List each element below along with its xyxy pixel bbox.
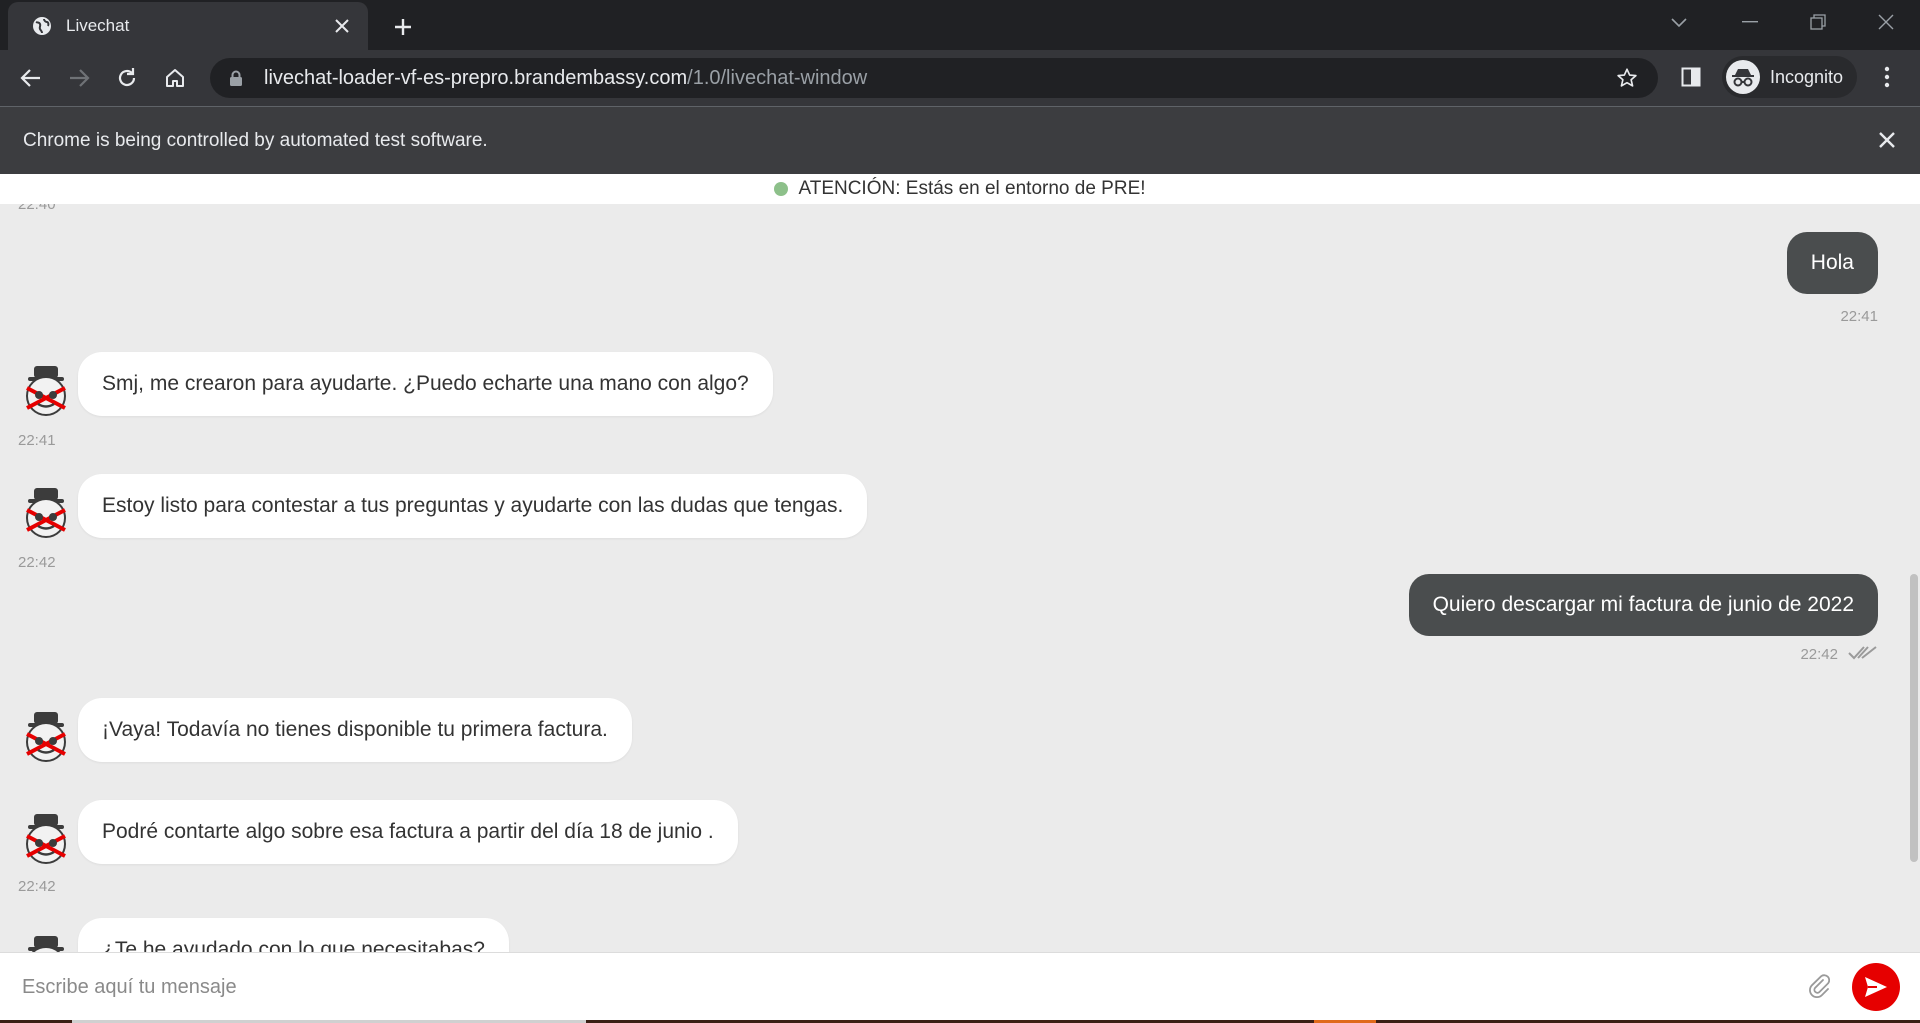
- close-tab-icon[interactable]: [330, 14, 354, 38]
- send-button[interactable]: [1852, 963, 1900, 1011]
- browser-menu-button[interactable]: [1872, 62, 1902, 92]
- bot-avatar-icon: [28, 936, 64, 952]
- bot-avatar-icon: [26, 488, 66, 538]
- back-button[interactable]: [14, 61, 48, 95]
- message-list-scrollbar[interactable]: [1910, 574, 1918, 862]
- globe-icon: [32, 16, 52, 36]
- close-icon: [1878, 14, 1894, 30]
- home-icon: [166, 69, 184, 87]
- more-vert-icon: [1884, 66, 1890, 88]
- message-timestamp: 22:41: [1840, 308, 1878, 325]
- home-button[interactable]: [158, 61, 192, 95]
- lock-icon: [228, 70, 244, 86]
- profile-button[interactable]: Incognito: [1722, 56, 1858, 98]
- profile-label: Incognito: [1770, 66, 1844, 87]
- status-dot: [774, 182, 789, 196]
- url-path: /1.0/livechat-window: [687, 66, 868, 89]
- minimize-button[interactable]: [1716, 0, 1784, 44]
- bot-message-bubble: Estoy listo para contestar a tus pregunt…: [78, 474, 868, 538]
- infobar-text: Chrome is being controlled by automated …: [23, 129, 488, 151]
- arrow-left-icon: [20, 69, 40, 87]
- bot-message-bubble: ¿Te he ayudado con lo que necesitabas?: [78, 918, 509, 952]
- reload-icon: [118, 68, 136, 87]
- message-timestamp: 22:42: [1800, 646, 1838, 663]
- tab-search-button[interactable]: [1664, 10, 1694, 36]
- paperclip-icon[interactable]: [1806, 971, 1832, 1001]
- browser-tab[interactable]: Livechat: [8, 2, 368, 50]
- bot-avatar-icon: [26, 366, 66, 416]
- send-icon: [1865, 977, 1887, 997]
- message-timestamp: 22:41: [18, 432, 56, 449]
- window-controls: [1716, 0, 1920, 44]
- new-tab-button[interactable]: [388, 12, 418, 42]
- infobar-close-icon[interactable]: [1874, 127, 1900, 153]
- restore-button[interactable]: [1784, 0, 1852, 44]
- restore-icon: [1810, 14, 1826, 30]
- message-list[interactable]: 22:40 Hola 22:41 Smj, me crearon para ay…: [0, 204, 1910, 952]
- url-host: livechat-loader-vf-es-prepro.brandembass…: [264, 66, 688, 89]
- environment-banner: ATENCIÓN: Estás en el entorno de PRE!: [0, 174, 1920, 204]
- bookmark-star-icon[interactable]: [1614, 65, 1640, 91]
- bot-message-bubble: Smj, me crearon para ayudarte. ¿Puedo ec…: [78, 352, 773, 416]
- message-timestamp: 22:42: [18, 878, 56, 895]
- side-panel-button[interactable]: [1676, 62, 1706, 92]
- read-receipt-icon: [1848, 646, 1877, 660]
- tab-title: Livechat: [66, 16, 130, 35]
- close-window-button[interactable]: [1852, 0, 1920, 44]
- message-timestamp: 22:42: [18, 554, 56, 571]
- plus-icon: [395, 19, 411, 35]
- browser-toolbar: livechat-loader-vf-es-prepro.brandembass…: [0, 50, 1920, 106]
- incognito-icon: [1726, 60, 1760, 94]
- user-message-bubble: Quiero descargar mi factura de junio de …: [1408, 574, 1878, 636]
- message-composer: [0, 952, 1920, 1023]
- bot-avatar-icon: [26, 712, 66, 762]
- bot-message-bubble: Podré contarte algo sobre esa factura a …: [78, 800, 738, 864]
- automation-infobar: Chrome is being controlled by automated …: [0, 106, 1920, 174]
- minimize-icon: [1742, 21, 1758, 23]
- forward-button[interactable]: [62, 61, 96, 95]
- user-message-bubble: Hola: [1786, 232, 1878, 294]
- livechat-page: ATENCIÓN: Estás en el entorno de PRE! 22…: [0, 174, 1920, 1023]
- tab-strip: Livechat: [0, 0, 1920, 50]
- address-bar[interactable]: livechat-loader-vf-es-prepro.brandembass…: [210, 58, 1658, 98]
- bot-message-bubble: ¡Vaya! Todavía no tienes disponible tu p…: [78, 698, 632, 762]
- arrow-right-icon: [70, 69, 90, 87]
- message-input[interactable]: [20, 969, 1780, 1005]
- side-panel-icon: [1681, 67, 1701, 87]
- bot-avatar-icon: [26, 814, 66, 864]
- reload-button[interactable]: [110, 61, 144, 95]
- chevron-down-icon: [1671, 18, 1687, 28]
- environment-banner-text: ATENCIÓN: Estás en el entorno de PRE!: [798, 178, 1146, 199]
- message-timestamp: 22:40: [18, 204, 56, 213]
